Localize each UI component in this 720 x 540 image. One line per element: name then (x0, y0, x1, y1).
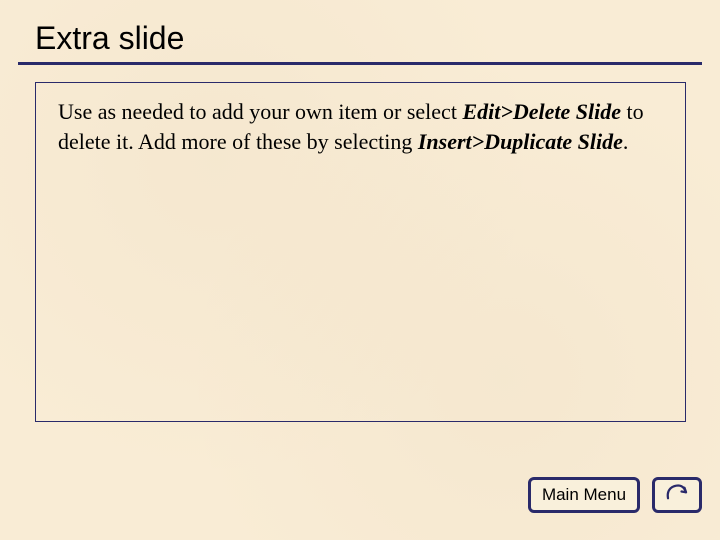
title-underline (18, 62, 702, 65)
return-button[interactable] (652, 477, 702, 513)
main-menu-button[interactable]: Main Menu (528, 477, 640, 513)
body-emphasis-2: Insert>Duplicate Slide (418, 129, 623, 154)
return-arrow-icon (662, 481, 692, 510)
body-text-3: . (623, 129, 629, 154)
body-text-1: Use as needed to add your own item or se… (58, 99, 462, 124)
main-menu-label: Main Menu (542, 485, 626, 505)
content-box: Use as needed to add your own item or se… (35, 82, 686, 422)
body-emphasis-1: Edit>Delete Slide (462, 99, 621, 124)
slide-title: Extra slide (35, 20, 184, 57)
